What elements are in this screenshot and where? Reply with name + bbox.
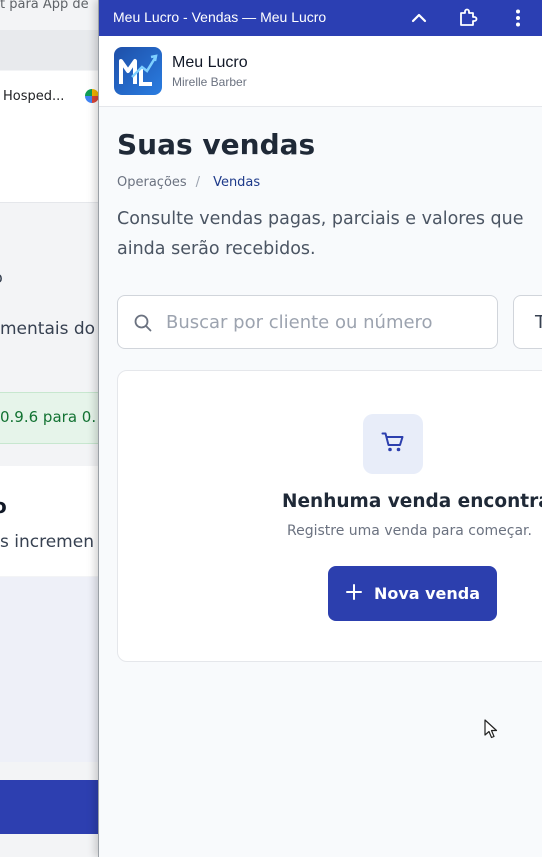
- empty-state-subtitle: Registre uma venda para começar.: [287, 523, 532, 539]
- mouse-cursor-icon: [484, 719, 498, 739]
- background-text: s incremen: [0, 532, 94, 552]
- background-hosp-link[interactable]: Hosped...: [3, 89, 64, 104]
- new-sale-button[interactable]: Nova venda: [328, 566, 497, 621]
- window-title: Meu Lucro - Vendas — Meu Lucro: [113, 9, 327, 25]
- extension-icon[interactable]: [454, 4, 482, 32]
- shopping-cart-icon: [380, 429, 406, 460]
- background-page: t para App de Hosped... o mentais do 0.9…: [0, 0, 99, 857]
- plus-icon: [345, 582, 363, 606]
- empty-state-title: Nenhuma venda encontrada: [282, 491, 542, 512]
- breadcrumb-operacoes[interactable]: Operações: [117, 175, 187, 190]
- background-heading: o: [0, 494, 7, 518]
- background-heading: o: [0, 268, 3, 287]
- search-box: [117, 295, 498, 349]
- filter-select[interactable]: T: [513, 295, 542, 349]
- background-card: [0, 466, 99, 576]
- brand-name: Meu Lucro: [172, 54, 248, 71]
- background-version-text: 0.9.6 para 0.: [0, 408, 97, 426]
- background-top-text: t para App de: [0, 0, 89, 12]
- page-description: Consulte vendas pagas, parciais e valore…: [117, 209, 524, 259]
- background-text: mentais do: [0, 319, 96, 339]
- user-name: Mirelle Barber: [172, 75, 247, 89]
- background-panel: [0, 577, 99, 762]
- new-sale-label: Nova venda: [373, 584, 481, 603]
- window-titlebar: Meu Lucro - Vendas — Meu Lucro: [99, 0, 542, 36]
- empty-state-icon-box: [363, 414, 423, 474]
- colorful-logo-icon: [85, 89, 99, 103]
- breadcrumb: Operações / Vendas: [117, 175, 260, 190]
- breadcrumb-separator: /: [195, 175, 201, 190]
- meu-lucro-logo-icon[interactable]: [114, 47, 162, 95]
- background-toolbar: [0, 30, 99, 70]
- chevron-up-icon[interactable]: [405, 4, 433, 32]
- more-vert-icon[interactable]: [504, 4, 532, 32]
- app-header: Meu Lucro Mirelle Barber: [99, 36, 542, 107]
- breadcrumb-vendas: Vendas: [213, 175, 261, 190]
- background-button[interactable]: [0, 780, 99, 834]
- search-icon: [133, 313, 153, 333]
- search-input[interactable]: [166, 297, 486, 347]
- page-title: Suas vendas: [117, 128, 316, 161]
- app-window: Meu Lucro - Vendas — Meu Lucro Meu Lucro…: [98, 0, 542, 857]
- filter-label: T: [535, 312, 542, 333]
